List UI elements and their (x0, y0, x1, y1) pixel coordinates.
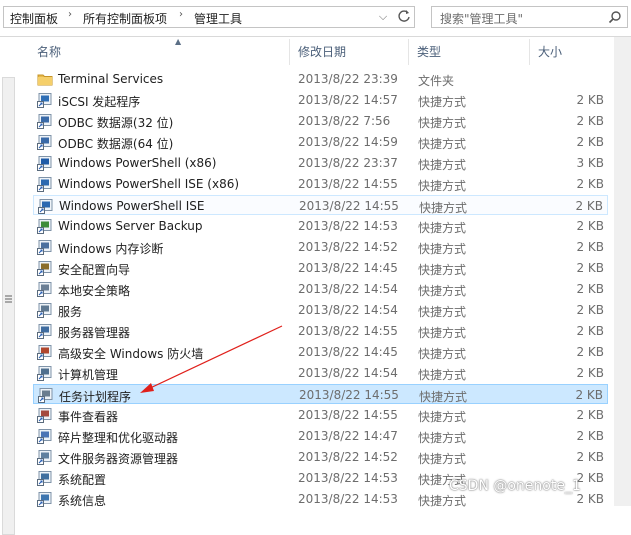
watermark: CSDN @onenote_1 (449, 478, 581, 494)
annotation-arrow-icon (140, 325, 283, 393)
